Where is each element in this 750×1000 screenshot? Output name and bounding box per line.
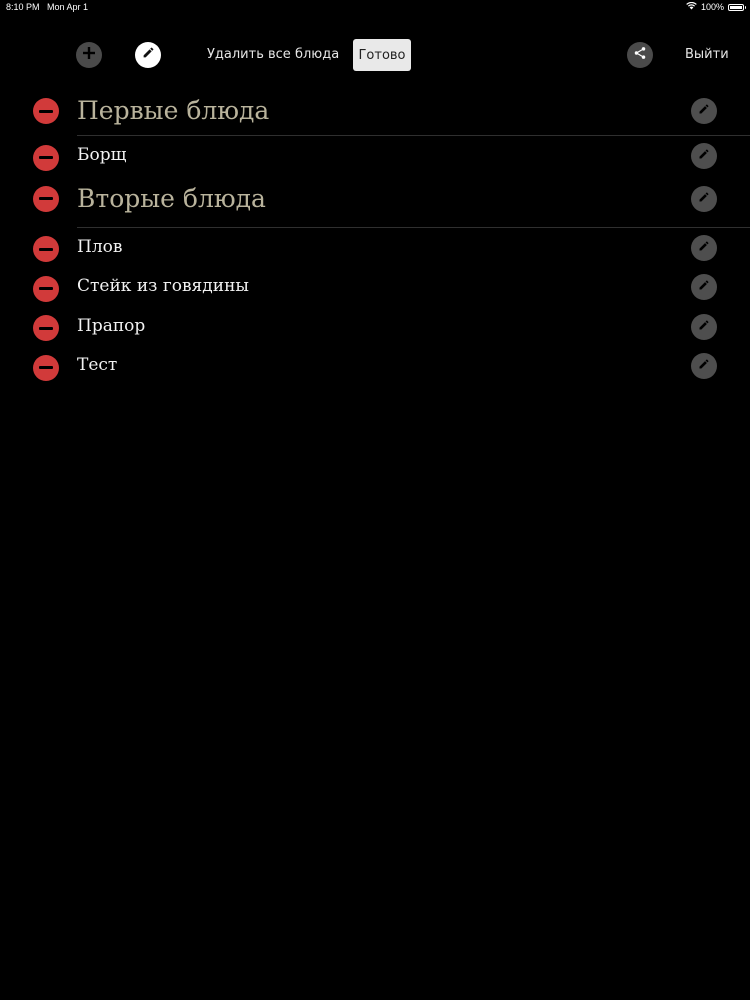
dish-row: Стейк из говядины — [0, 267, 750, 307]
delete-dish-button[interactable] — [33, 275, 59, 302]
edit-mode-button[interactable] — [135, 42, 161, 68]
edit-dish-button[interactable] — [691, 143, 717, 169]
pencil-icon — [698, 357, 710, 375]
status-time: 8:10 PM — [6, 2, 40, 12]
edit-dish-button[interactable] — [691, 274, 717, 300]
edit-category-button[interactable] — [691, 185, 717, 212]
delete-category-button[interactable] — [33, 185, 59, 212]
delete-dish-button[interactable] — [33, 354, 59, 381]
edit-dish-button[interactable] — [691, 313, 717, 340]
dish-row: Борщ — [0, 136, 750, 176]
logout-button[interactable]: Выйти — [685, 47, 729, 62]
dish-title: Борщ — [77, 145, 127, 165]
share-icon — [633, 46, 647, 65]
dish-row: Тест — [0, 346, 750, 386]
pencil-icon — [698, 278, 710, 296]
delete-dish-button[interactable] — [33, 315, 59, 342]
category-title: Первые блюда — [77, 96, 270, 125]
wifi-icon — [686, 1, 697, 12]
battery-percentage: 100% — [700, 2, 724, 12]
pencil-icon — [698, 147, 710, 165]
share-button[interactable] — [627, 42, 653, 68]
category-title: Вторые блюда — [77, 183, 266, 213]
dish-title: Прапор — [77, 315, 146, 336]
dish-row: Плов — [0, 228, 750, 268]
edit-dish-button[interactable] — [691, 234, 717, 261]
dish-row: Прапор — [0, 307, 750, 347]
menu-list: Первые блюда Борщ Вторые блюда Плов Стей… — [0, 90, 750, 386]
dish-title: Тест — [77, 355, 118, 375]
pencil-icon — [142, 46, 155, 64]
pencil-icon — [698, 239, 710, 257]
dish-title: Плов — [77, 236, 123, 257]
category-row: Вторые блюда — [0, 176, 750, 228]
plus-icon — [82, 46, 96, 65]
delete-all-dishes-button[interactable]: Удалить все блюда — [207, 47, 339, 62]
menu-editor-screen: 8:10 PM Mon Apr 1 100% Удалить все блюда… — [0, 0, 750, 1000]
delete-category-button[interactable] — [33, 98, 59, 124]
add-button[interactable] — [76, 42, 102, 68]
battery-icon — [728, 3, 746, 11]
status-indicators: 100% — [686, 1, 746, 12]
pencil-icon — [698, 190, 710, 208]
edit-category-button[interactable] — [691, 98, 717, 124]
dish-title: Стейк из говядины — [77, 276, 249, 296]
status-bar: 8:10 PM Mon Apr 1 100% — [0, 0, 750, 16]
battery-fill — [730, 5, 742, 9]
status-date: Mon Apr 1 — [47, 2, 89, 12]
done-button[interactable]: Готово — [353, 39, 411, 71]
delete-dish-button[interactable] — [33, 144, 59, 171]
category-row: Первые блюда — [0, 90, 750, 136]
delete-dish-button[interactable] — [33, 236, 59, 263]
toolbar: Удалить все блюда Готово Выйти — [0, 38, 750, 72]
pencil-icon — [698, 318, 710, 336]
edit-dish-button[interactable] — [691, 353, 717, 379]
pencil-icon — [698, 102, 710, 120]
